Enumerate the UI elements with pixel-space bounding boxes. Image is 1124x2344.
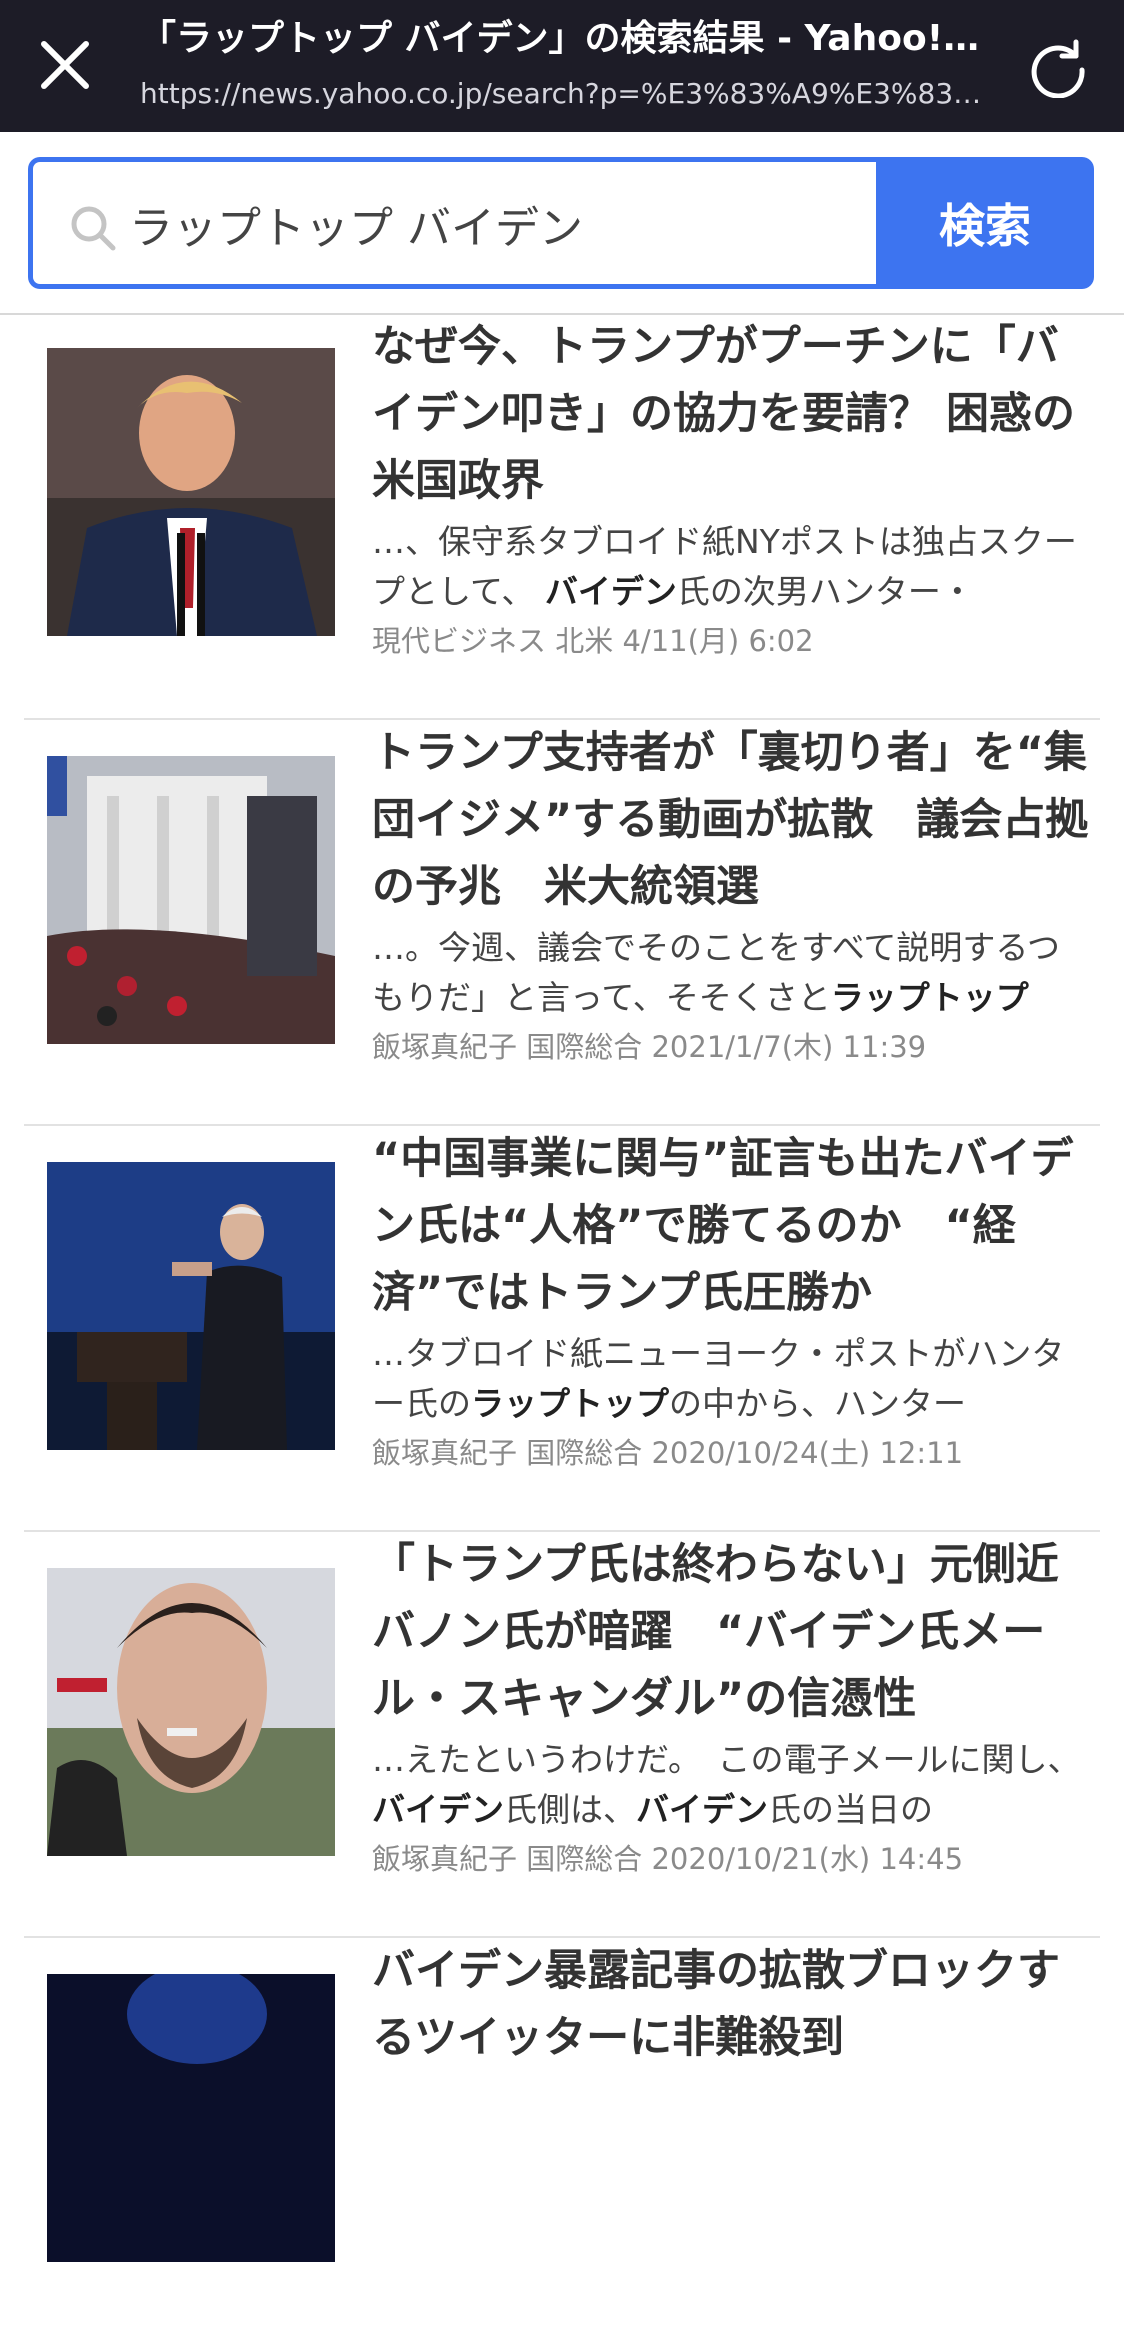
article-category: 国際総合 — [526, 1030, 643, 1064]
article-text: バイデン暴露記事の拡散ブロックするツイッターに非難殺到 — [372, 1938, 1092, 2139]
article-item[interactable]: バイデン暴露記事の拡散ブロックするツイッターに非難殺到 — [24, 1938, 1100, 2344]
article-title[interactable]: バイデン暴露記事の拡散ブロックするツイッターに非難殺到 — [372, 1938, 1092, 2139]
article-thumbnail[interactable] — [47, 1162, 335, 1450]
article-thumbnail[interactable] — [47, 1568, 335, 1856]
article-date: 2020/10/24(土) 12:11 — [651, 1436, 964, 1470]
article-source: 飯塚真紀子 — [372, 1842, 518, 1876]
article-meta: 飯塚真紀子 国際総合 2021/1/7(木) 11:39 — [372, 1027, 1092, 1067]
article-source: 現代ビジネス — [372, 624, 547, 658]
article-title[interactable]: トランプ支持者が「裏切り者」を“集団イジメ”する動画が拡散 議会占拠の予兆 米大… — [372, 720, 1092, 921]
article-text: トランプ支持者が「裏切り者」を“集団イジメ”する動画が拡散 議会占拠の予兆 米大… — [372, 720, 1092, 1067]
page-title: 「ラップトップ バイデン」の検索結果 - Yahoo!ニュース — [140, 18, 984, 59]
article-snippet: …えたというわけだ。 この電子メールに関し、バイデン氏側は、バイデン氏の当日の — [372, 1740, 1081, 1829]
search-input[interactable] — [129, 186, 849, 262]
article-category: 北米 — [555, 624, 614, 658]
thumbnail-image — [47, 1568, 335, 1856]
article-thumbnail[interactable] — [47, 756, 335, 1044]
article-category: 国際総合 — [526, 1436, 643, 1470]
article-date: 2020/10/21(水) 14:45 — [651, 1842, 964, 1876]
page-url[interactable]: https://news.yahoo.co.jp/search?p=%E3%83… — [140, 76, 984, 112]
article-meta: 飯塚真紀子 国際総合 2020/10/24(土) 12:11 — [372, 1433, 1092, 1473]
article-thumbnail[interactable] — [47, 348, 335, 636]
article-date: 2021/1/7(木) 11:39 — [651, 1030, 927, 1064]
article-text: なぜ今、トランプがプーチンに「バイデン叩き」の協力を要請？ 困惑の米国政界 …、… — [372, 314, 1092, 661]
thumbnail-image — [47, 1162, 335, 1450]
article-snippet: …、保守系タブロイド紙NYポストは独占スクープとして、 バイデン氏の次男ハンター… — [372, 522, 1077, 611]
close-icon — [41, 41, 89, 89]
article-title[interactable]: なぜ今、トランプがプーチンに「バイデン叩き」の協力を要請？ 困惑の米国政界 — [372, 314, 1092, 515]
article-item[interactable]: なぜ今、トランプがプーチンに「バイデン叩き」の協力を要請？ 困惑の米国政界 …、… — [24, 314, 1100, 720]
article-snippet: …。今週、議会でそのことをすべて説明するつもりだ」と言って、そそくさとラップトッ… — [372, 928, 1061, 1017]
thumbnail-image — [47, 756, 335, 1044]
reload-icon — [1031, 39, 1085, 99]
search-bar: 検索 — [28, 157, 1094, 289]
article-meta: 飯塚真紀子 国際総合 2020/10/21(水) 14:45 — [372, 1839, 1092, 1879]
reload-button[interactable] — [1026, 34, 1090, 99]
article-text: “中国事業に関与”証言も出たバイデン氏は“人格”で勝てるのか “経済”ではトラン… — [372, 1126, 1092, 1473]
article-title[interactable]: 「トランプ氏は終わらない」元側近バノン氏が暗躍 “バイデン氏メール・スキャンダル… — [372, 1532, 1092, 1733]
browser-topbar: 「ラップトップ バイデン」の検索結果 - Yahoo!ニュース https://… — [0, 0, 1124, 132]
article-item[interactable]: トランプ支持者が「裏切り者」を“集団イジメ”する動画が拡散 議会占拠の予兆 米大… — [24, 720, 1100, 1126]
search-button[interactable]: 検索 — [876, 157, 1094, 289]
article-item[interactable]: 「トランプ氏は終わらない」元側近バノン氏が暗躍 “バイデン氏メール・スキャンダル… — [24, 1532, 1100, 1938]
close-button[interactable] — [34, 34, 96, 96]
article-text: 「トランプ氏は終わらない」元側近バノン氏が暗躍 “バイデン氏メール・スキャンダル… — [372, 1532, 1092, 1879]
search-icon — [71, 206, 116, 251]
article-item[interactable]: “中国事業に関与”証言も出たバイデン氏は“人格”で勝てるのか “経済”ではトラン… — [24, 1126, 1100, 1532]
article-source: 飯塚真紀子 — [372, 1030, 518, 1064]
article-meta: 現代ビジネス 北米 4/11(月) 6:02 — [372, 621, 1092, 661]
article-category: 国際総合 — [526, 1842, 643, 1876]
article-date: 4/11(月) 6:02 — [622, 624, 814, 658]
thumbnail-image — [47, 1974, 335, 2262]
article-thumbnail[interactable] — [47, 1974, 335, 2262]
article-snippet: …タブロイド紙ニューヨーク・ポストがハンター氏のラップトップの中から、ハンター — [372, 1334, 1065, 1423]
search-box[interactable] — [28, 157, 876, 289]
article-title[interactable]: “中国事業に関与”証言も出たバイデン氏は“人格”で勝てるのか “経済”ではトラン… — [372, 1126, 1092, 1327]
thumbnail-image — [47, 348, 335, 636]
article-source: 飯塚真紀子 — [372, 1436, 518, 1470]
